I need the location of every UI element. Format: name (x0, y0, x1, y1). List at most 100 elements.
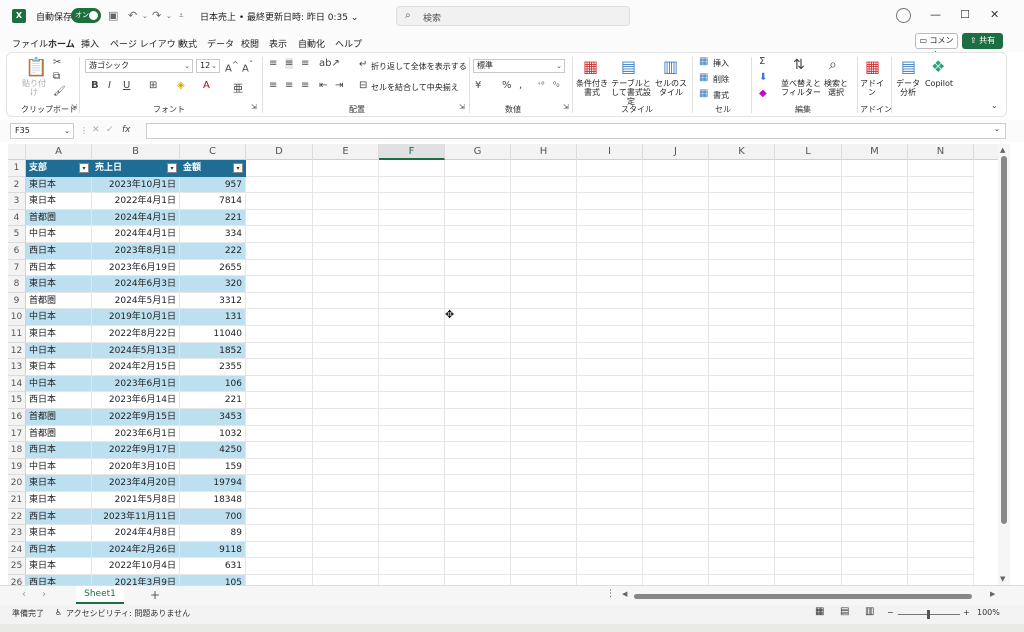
empty-cell[interactable] (577, 392, 643, 409)
empty-cell[interactable] (246, 342, 313, 360)
empty-cell[interactable] (511, 326, 577, 343)
expand-formula-icon[interactable]: ⌄ (994, 125, 1000, 133)
empty-cell[interactable] (643, 309, 709, 326)
table-cell[interactable]: 2022年4月1日 (92, 193, 180, 210)
alignment-launcher-icon[interactable]: ⇲ (459, 103, 465, 111)
phonetic-guide-icon[interactable]: 亜 (233, 80, 243, 95)
empty-cell[interactable] (511, 508, 577, 526)
empty-cell[interactable] (313, 458, 379, 476)
close-icon[interactable]: ✕ (990, 8, 999, 21)
empty-cell[interactable] (908, 342, 974, 360)
empty-cell[interactable] (842, 160, 908, 177)
column-header-j[interactable]: J (643, 144, 709, 160)
empty-cell[interactable] (643, 359, 709, 376)
table-cell[interactable]: 2024年2月26日 (92, 541, 180, 559)
add-sheet-icon[interactable]: + (150, 588, 160, 602)
table-cell[interactable]: 2024年4月1日 (92, 209, 180, 227)
empty-cell[interactable] (709, 342, 775, 360)
row-header[interactable]: 13 (8, 359, 26, 376)
row-header[interactable]: 19 (8, 458, 26, 476)
table-cell[interactable]: 西日本 (26, 508, 92, 526)
empty-cell[interactable] (246, 442, 313, 459)
table-cell[interactable]: 9118 (180, 541, 246, 559)
empty-cell[interactable] (511, 259, 577, 277)
empty-cell[interactable] (246, 309, 313, 326)
empty-cell[interactable] (577, 160, 643, 177)
row-header[interactable]: 22 (8, 508, 26, 526)
empty-cell[interactable] (313, 392, 379, 409)
empty-cell[interactable] (842, 243, 908, 260)
empty-cell[interactable] (775, 508, 842, 526)
empty-cell[interactable] (313, 226, 379, 243)
table-cell[interactable]: 2024年4月8日 (92, 525, 180, 542)
table-cell[interactable]: 中日本 (26, 375, 92, 393)
empty-cell[interactable] (908, 259, 974, 277)
empty-cell[interactable] (709, 326, 775, 343)
table-cell[interactable]: 2024年5月13日 (92, 342, 180, 360)
empty-cell[interactable] (313, 359, 379, 376)
data-analysis-icon[interactable]: ▤ (901, 57, 916, 76)
empty-cell[interactable] (445, 425, 511, 443)
empty-cell[interactable] (246, 160, 313, 177)
empty-cell[interactable] (775, 326, 842, 343)
empty-cell[interactable] (379, 392, 445, 409)
data-analysis-button[interactable]: データ分析 (895, 79, 921, 97)
row-header[interactable]: 1 (8, 160, 26, 177)
zoom-out-icon[interactable]: − (887, 608, 894, 617)
format-cells-button[interactable]: 書式 (713, 90, 729, 101)
table-cell[interactable]: 西日本 (26, 541, 92, 559)
empty-cell[interactable] (842, 226, 908, 243)
tab-file[interactable]: ファイル (12, 37, 48, 50)
table-cell[interactable]: 2020年3月10日 (92, 458, 180, 476)
empty-cell[interactable] (908, 541, 974, 559)
empty-cell[interactable] (313, 276, 379, 293)
table-cell[interactable]: 東日本 (26, 475, 92, 492)
row-header[interactable]: 14 (8, 375, 26, 393)
table-cell[interactable]: 11040 (180, 326, 246, 343)
cut-icon[interactable]: ✂ (53, 57, 61, 68)
empty-cell[interactable] (313, 209, 379, 227)
empty-cell[interactable] (246, 508, 313, 526)
empty-cell[interactable] (709, 309, 775, 326)
align-center-icon[interactable]: ≡ (285, 80, 293, 91)
empty-cell[interactable] (577, 292, 643, 310)
empty-cell[interactable] (643, 276, 709, 293)
empty-cell[interactable] (511, 160, 577, 177)
zoom-level[interactable]: 100% (977, 608, 1000, 617)
empty-cell[interactable] (842, 209, 908, 227)
row-header[interactable]: 11 (8, 326, 26, 343)
empty-cell[interactable] (908, 475, 974, 492)
row-header[interactable]: 6 (8, 243, 26, 260)
empty-cell[interactable] (842, 492, 908, 509)
empty-cell[interactable] (842, 193, 908, 210)
table-cell[interactable]: 2022年8月22日 (92, 326, 180, 343)
empty-cell[interactable] (709, 259, 775, 277)
empty-cell[interactable] (643, 425, 709, 443)
table-cell[interactable]: 西日本 (26, 442, 92, 459)
table-cell[interactable]: 3312 (180, 292, 246, 310)
tab-automate[interactable]: 自動化 (298, 37, 325, 50)
empty-cell[interactable] (577, 193, 643, 210)
empty-cell[interactable] (643, 160, 709, 177)
conditional-formatting-icon[interactable]: ▦ (583, 57, 598, 76)
table-cell[interactable]: 131 (180, 309, 246, 326)
format-as-table-icon[interactable]: ▤ (621, 57, 636, 76)
table-cell[interactable]: 2355 (180, 359, 246, 376)
empty-cell[interactable] (908, 226, 974, 243)
empty-cell[interactable] (842, 309, 908, 326)
empty-cell[interactable] (908, 492, 974, 509)
empty-cell[interactable] (775, 342, 842, 360)
empty-cell[interactable] (842, 375, 908, 393)
empty-cell[interactable] (445, 209, 511, 227)
scroll-left-icon[interactable]: ◀ (622, 590, 627, 598)
empty-cell[interactable] (511, 425, 577, 443)
tab-home[interactable]: ホーム (48, 37, 75, 55)
empty-cell[interactable] (379, 508, 445, 526)
empty-cell[interactable] (709, 276, 775, 293)
empty-cell[interactable] (577, 525, 643, 542)
empty-cell[interactable] (577, 226, 643, 243)
bold-icon[interactable]: B (91, 80, 99, 91)
column-header-e[interactable]: E (313, 144, 379, 160)
empty-cell[interactable] (577, 243, 643, 260)
empty-cell[interactable] (379, 193, 445, 210)
